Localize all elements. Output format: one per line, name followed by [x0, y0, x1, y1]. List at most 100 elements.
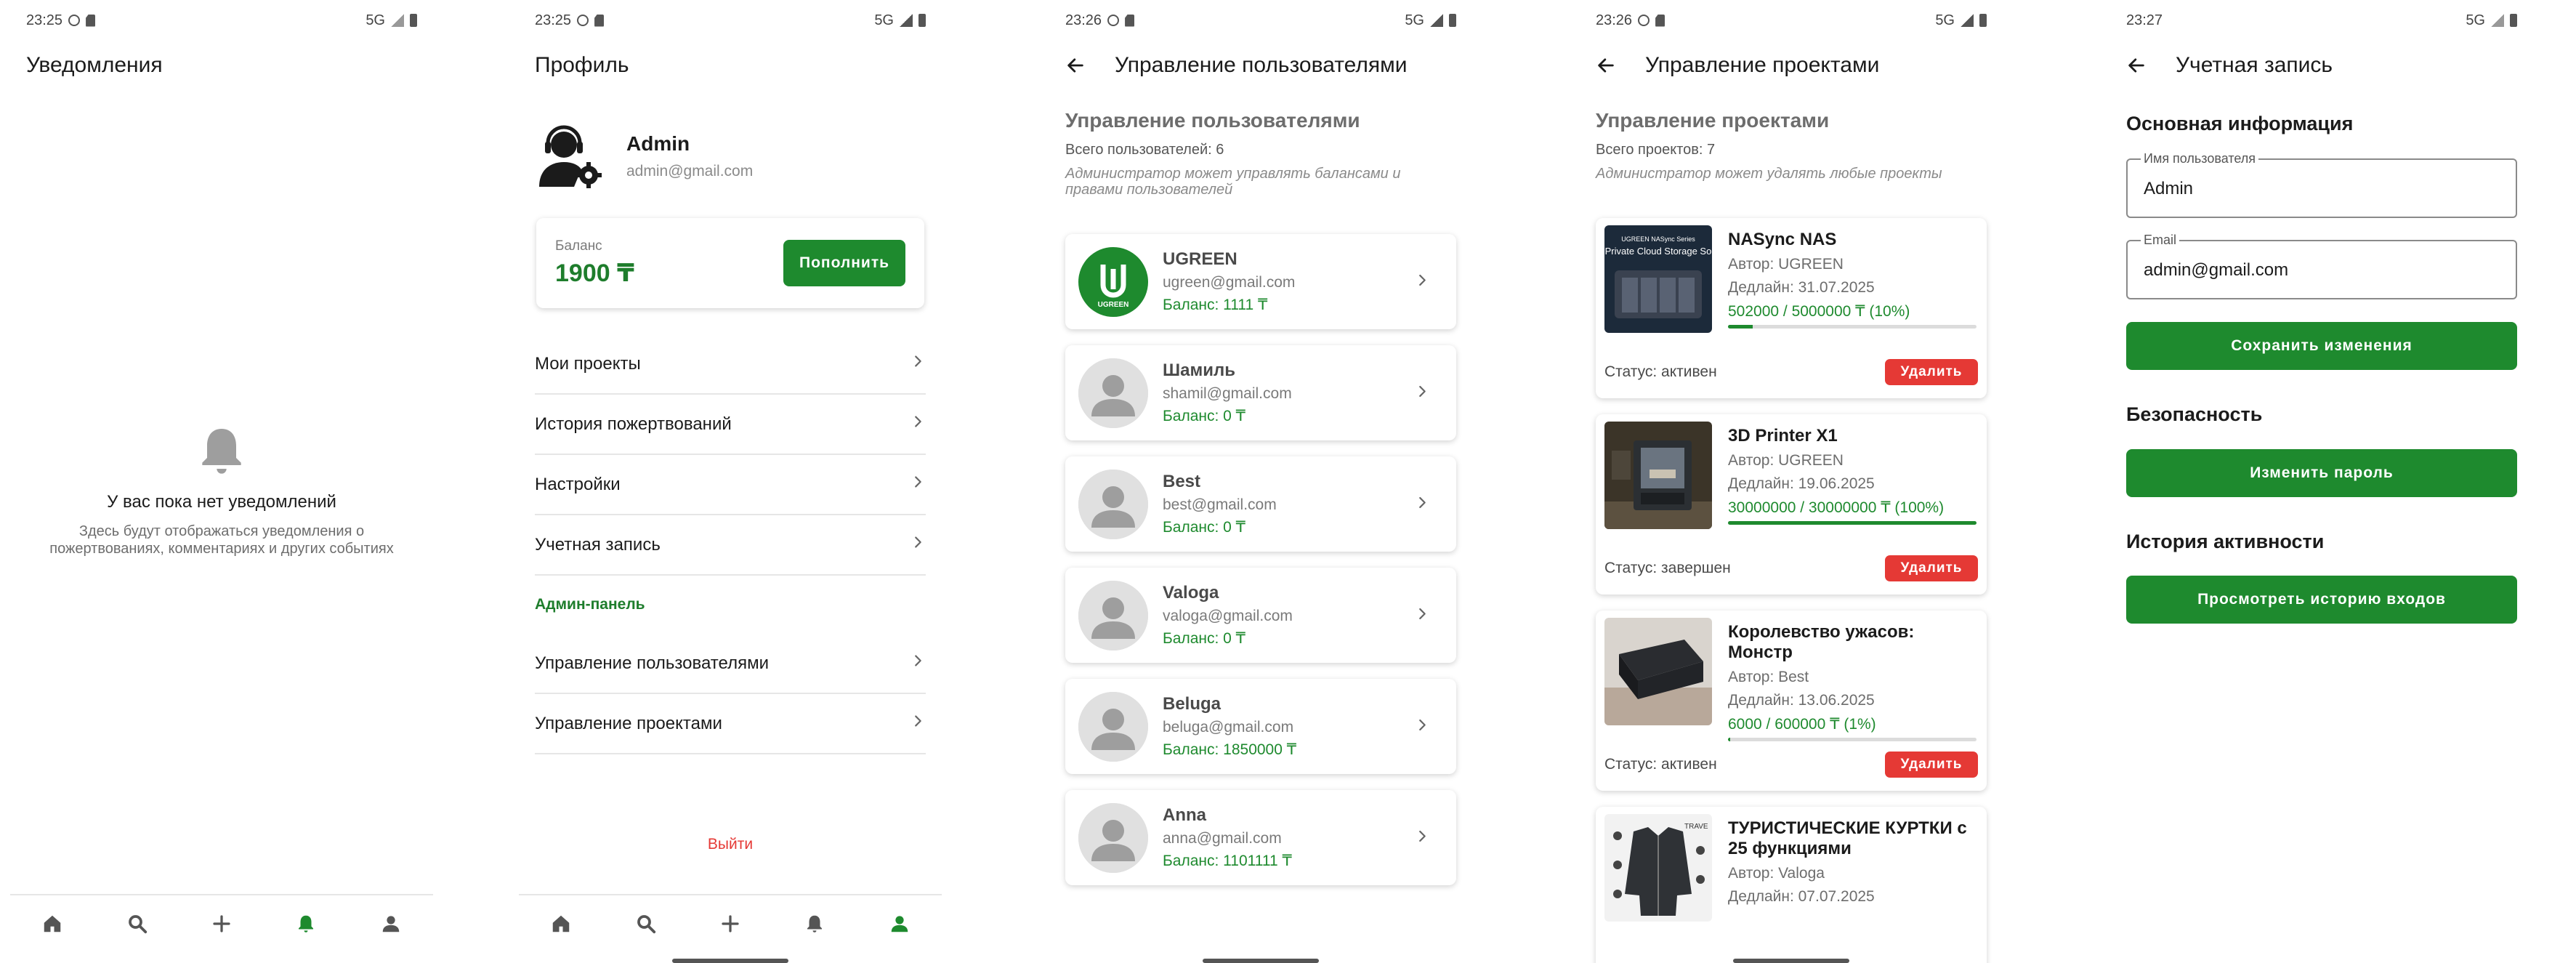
bell-icon — [804, 913, 825, 935]
email-field[interactable]: Email — [2126, 233, 2517, 299]
nas-device-image: UGREEN NASync Series Private Cloud Stora… — [1604, 225, 1712, 333]
app-bar: Профиль — [535, 45, 926, 86]
balance-card: Баланс 1900 ₸ Пополнить — [536, 218, 924, 308]
progress-bar — [1728, 738, 1977, 741]
delete-button[interactable]: Удалить — [1885, 555, 1978, 581]
person-icon — [889, 913, 911, 935]
basic-info-heading: Основная информация — [2126, 113, 2354, 134]
project-title: ТУРИСТИЧЕСКИЕ КУРТКИ с 25 функциями — [1728, 818, 1967, 858]
change-password-button[interactable]: Изменить пароль — [2126, 449, 2517, 497]
project-management-screen: 23:26 5G Управление проектами Управление… — [1570, 0, 2013, 963]
back-button[interactable] — [2126, 55, 2147, 76]
activity-history-heading: История активности — [2126, 531, 2325, 552]
user-balance: Баланс: 1111 ₸ — [1163, 297, 1268, 313]
delete-button[interactable]: Удалить — [1885, 359, 1978, 385]
nav-search-button[interactable] — [116, 902, 159, 946]
nav-notifications-button[interactable] — [793, 902, 836, 946]
menu-item-label: Управление пользователями — [535, 653, 769, 673]
admin-note: Администратор может удалять любые проект… — [1596, 166, 1942, 182]
user-name: Valoga — [1163, 583, 1219, 603]
profile-header: Admin admin@gmail.com — [535, 116, 926, 196]
nav-add-button[interactable] — [200, 902, 243, 946]
menu-item-my-projects[interactable]: Мои проекты — [535, 334, 926, 395]
balance-label: Баланс — [555, 238, 602, 254]
battery-icon — [918, 14, 926, 27]
user-balance: Баланс: 0 ₸ — [1163, 519, 1246, 536]
empty-state: У вас пока нет уведомлений Здесь будут о… — [0, 422, 443, 557]
menu-item-donation-history[interactable]: История пожертвований — [535, 395, 926, 455]
plus-icon — [211, 913, 233, 935]
menu-item-settings[interactable]: Настройки — [535, 455, 926, 515]
user-card[interactable]: Beluga beluga@gmail.com Баланс: 1850000 … — [1065, 679, 1456, 774]
arrow-left-icon — [2126, 55, 2147, 76]
user-card[interactable]: UGREEN UGREEN ugreen@gmail.com Баланс: 1… — [1065, 234, 1456, 329]
logout-button[interactable]: Выйти — [509, 836, 952, 853]
menu-item-account[interactable]: Учетная запись — [535, 515, 926, 576]
project-card[interactable]: TRAVE ТУРИСТИЧЕСКИЕ КУРТКИ с 25 функциям… — [1596, 807, 1987, 963]
person-icon — [1078, 469, 1148, 539]
project-card[interactable]: Королевство ужасов: Монстр Автор: Best Д… — [1596, 611, 1987, 791]
nav-home-button[interactable] — [31, 902, 74, 946]
status-time: 23:27 — [2126, 12, 2163, 28]
progress-bar — [1728, 521, 1977, 525]
nav-add-button[interactable] — [708, 902, 752, 946]
section-heading: Управление пользователями — [1065, 109, 1360, 132]
ugreen-logo: UGREEN — [1078, 246, 1148, 317]
bottom-nav — [10, 894, 433, 952]
user-card[interactable]: Anna anna@gmail.com Баланс: 1101111 ₸ — [1065, 790, 1456, 885]
profile-name: Admin — [626, 132, 690, 155]
person-icon — [380, 913, 402, 935]
arrow-left-icon — [1596, 55, 1616, 76]
home-indicator — [672, 959, 788, 963]
project-card[interactable]: UGREEN NASync Series Private Cloud Stora… — [1596, 218, 1987, 398]
user-balance: Баланс: 0 ₸ — [1163, 630, 1246, 647]
person-icon — [1078, 358, 1148, 428]
board-game-box-image — [1604, 618, 1712, 725]
nav-profile-button[interactable] — [369, 902, 413, 946]
chevron-right-icon — [910, 414, 926, 430]
project-progress-text: 30000000 / 30000000 ₸ (100%) — [1728, 499, 1945, 516]
page-title: Уведомления — [26, 53, 163, 77]
home-icon — [550, 913, 572, 935]
project-card[interactable]: 3D Printer X1 Автор: UGREEN Дедлайн: 19.… — [1596, 414, 1987, 595]
user-card[interactable]: Valoga valoga@gmail.com Баланс: 0 ₸ — [1065, 568, 1456, 663]
jacket-image: TRAVE — [1604, 814, 1712, 922]
user-balance: Баланс: 0 ₸ — [1163, 408, 1246, 424]
profile-screen: 23:25 5G Профиль Admin admin@gmail.com Б… — [509, 0, 952, 963]
chevron-right-icon — [910, 534, 926, 550]
nav-profile-button[interactable] — [878, 902, 921, 946]
user-email: shamil@gmail.com — [1163, 385, 1292, 402]
back-button[interactable] — [1596, 55, 1616, 76]
menu-item-manage-projects[interactable]: Управление проектами — [535, 694, 926, 754]
status-bar: 23:26 5G — [1065, 9, 1456, 32]
bell-icon — [193, 422, 251, 480]
delete-button[interactable]: Удалить — [1885, 752, 1978, 778]
save-changes-button[interactable]: Сохранить изменения — [2126, 322, 2517, 370]
battery-icon — [410, 14, 417, 27]
username-input[interactable] — [2144, 179, 2501, 199]
arrow-left-icon — [1065, 55, 1086, 76]
sim-card-icon — [1655, 14, 1665, 27]
topup-button[interactable]: Пополнить — [783, 240, 905, 286]
email-input[interactable] — [2144, 260, 2501, 281]
status-time: 23:26 — [1065, 12, 1102, 28]
battery-icon — [1449, 14, 1456, 27]
nav-search-button[interactable] — [624, 902, 668, 946]
project-author: Автор: UGREEN — [1728, 256, 1844, 273]
user-card[interactable]: Шамиль shamil@gmail.com Баланс: 0 ₸ — [1065, 345, 1456, 440]
image-text: TRAVE — [1684, 823, 1708, 831]
menu-item-manage-users[interactable]: Управление пользователями — [535, 634, 926, 694]
network-label: 5G — [1405, 12, 1424, 28]
status-bar: 23:27 5G — [2126, 9, 2517, 32]
username-field[interactable]: Имя пользователя — [2126, 151, 2517, 218]
nav-notifications-button[interactable] — [284, 902, 328, 946]
username-label: Имя пользователя — [2141, 151, 2259, 166]
menu-item-label: Управление проектами — [535, 713, 722, 733]
admin-section-title: Админ-панель — [535, 596, 645, 613]
status-time: 23:25 — [26, 12, 63, 28]
nav-home-button[interactable] — [539, 902, 583, 946]
view-login-history-button[interactable]: Просмотреть историю входов — [2126, 576, 2517, 624]
page-title: Учетная запись — [2176, 53, 2333, 77]
back-button[interactable] — [1065, 55, 1086, 76]
user-card[interactable]: Best best@gmail.com Баланс: 0 ₸ — [1065, 456, 1456, 552]
